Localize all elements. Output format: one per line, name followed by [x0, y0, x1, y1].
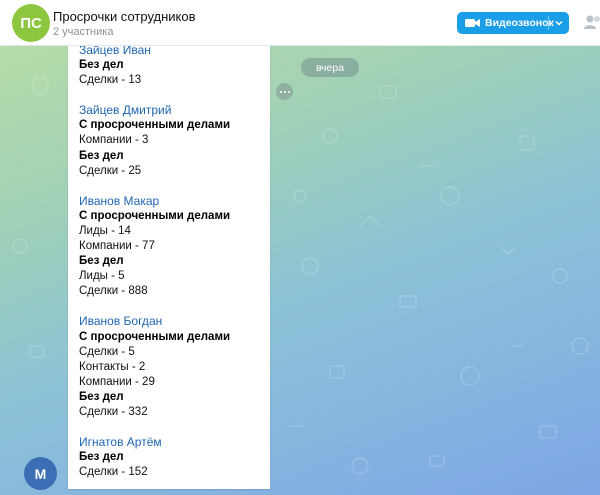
video-camera-icon — [465, 19, 480, 27]
count-line: Сделки - 25 — [79, 164, 142, 177]
count-line: Компании - 3 — [79, 134, 149, 147]
count-line: Сделки - 5 — [79, 345, 135, 358]
video-call-button[interactable]: Видеозвонок — [457, 12, 569, 34]
employee-block: Зайцев Дмитрий С просроченными делами Комп… — [79, 103, 264, 178]
count-line: Компании - 77 — [79, 240, 155, 253]
chevron-down-icon[interactable] — [554, 18, 564, 28]
employee-name-link[interactable]: Игнатов Артём — [79, 435, 264, 450]
count-line: Компании - 29 — [79, 375, 155, 388]
section-heading: С просроченными делами — [79, 209, 231, 222]
section-heading: С просроченными делами — [79, 330, 231, 343]
message-more-icon[interactable] — [276, 83, 293, 100]
count-line: Сделки - 888 — [79, 285, 148, 298]
chat-avatar[interactable]: ПС — [12, 4, 50, 42]
count-line: Лиды - 5 — [79, 270, 125, 283]
section-heading: Без дел — [79, 255, 124, 268]
count-line: Сделки - 152 — [79, 466, 148, 479]
message-bubble[interactable]: Зайцев Иван Без дел Сделки - 13 Зайцев Дмит… — [68, 46, 270, 489]
count-line: Лиды - 14 — [79, 224, 131, 237]
section-heading: С просроченными делами — [79, 119, 231, 132]
count-line: Сделки - 13 — [79, 74, 142, 87]
users-icon[interactable] — [584, 13, 600, 31]
video-call-label: Видеозвонок — [485, 17, 554, 29]
section-heading: Без дел — [79, 390, 124, 403]
chat-area[interactable]: вчера Зайцев Иван Без дел Сделки - 13 Зайце… — [0, 46, 600, 495]
sender-avatar[interactable]: M — [24, 457, 57, 490]
button-divider — [548, 16, 549, 30]
employee-name-link[interactable]: Зайцев Дмитрий — [79, 103, 264, 118]
date-separator: вчера — [301, 58, 359, 77]
employee-block: Иванов Макар С просроченными делами Лиды -… — [79, 194, 264, 300]
employee-name-link[interactable]: Иванов Макар — [79, 194, 264, 209]
section-heading: Без дел — [79, 149, 124, 162]
employee-block: Зайцев Иван Без дел Сделки - 13 — [79, 46, 264, 88]
employee-name-link[interactable]: Зайцев Иван — [79, 46, 264, 58]
chat-header: ПС Просрочки сотрудников 2 участника Вид… — [0, 0, 600, 46]
message-content: Зайцев Иван Без дел Сделки - 13 Зайцев Дмит… — [79, 46, 264, 489]
employee-block: Иванов Богдан С просроченными делами Сделк… — [79, 314, 264, 420]
section-heading: Без дел — [79, 451, 124, 464]
section-heading: Без дел — [79, 59, 124, 72]
count-line: Контакты - 2 — [79, 360, 146, 373]
employee-name-link[interactable]: Иванов Богдан — [79, 314, 264, 329]
employee-block: Игнатов Артём Без дел Сделки - 152 — [79, 435, 264, 480]
participants-count[interactable]: 2 участника — [53, 26, 113, 38]
count-line: Сделки - 332 — [79, 405, 148, 418]
chat-title[interactable]: Просрочки сотрудников — [53, 9, 196, 24]
